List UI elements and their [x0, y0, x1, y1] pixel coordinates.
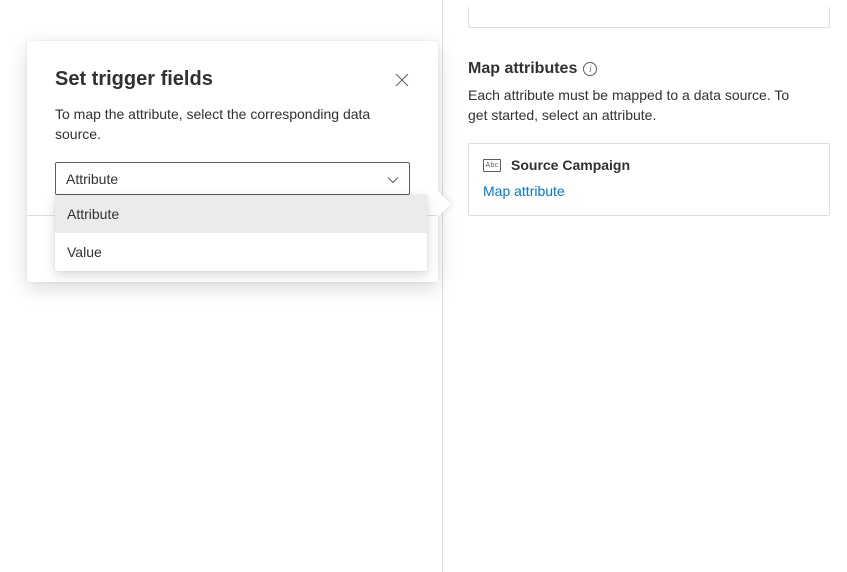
dropdown-selected-value: Attribute	[66, 171, 118, 187]
dialog-header: Set trigger fields	[27, 41, 438, 91]
attribute-name: Source Campaign	[511, 157, 630, 173]
map-attributes-header: Map attributes i	[468, 60, 833, 78]
chevron-down-icon	[387, 171, 399, 187]
dialog-title: Set trigger fields	[55, 68, 213, 91]
attribute-card-header: Abc Source Campaign	[483, 157, 815, 173]
map-attributes-title: Map attributes	[468, 60, 577, 78]
set-trigger-fields-dialog: Set trigger fields To map the attribute,…	[27, 41, 438, 282]
left-panel: Set trigger fields To map the attribute,…	[0, 0, 443, 572]
attribute-dropdown[interactable]: Attribute	[55, 162, 410, 195]
text-type-icon: Abc	[483, 159, 501, 172]
dropdown-wrapper: Attribute Attribute Value	[55, 162, 410, 195]
info-icon[interactable]: i	[583, 62, 597, 76]
dialog-description: To map the attribute, select the corresp…	[55, 105, 410, 144]
dropdown-list: Attribute Value	[55, 195, 427, 271]
callout-pointer-icon	[437, 190, 451, 218]
dialog-body: To map the attribute, select the corresp…	[27, 91, 438, 215]
close-icon[interactable]	[394, 72, 410, 88]
attribute-card[interactable]: Abc Source Campaign Map attribute	[468, 143, 830, 216]
placeholder-card	[468, 7, 830, 28]
dropdown-option-attribute[interactable]: Attribute	[55, 195, 427, 233]
right-panel: Map attributes i Each attribute must be …	[443, 0, 847, 572]
dropdown-option-value[interactable]: Value	[55, 233, 427, 271]
map-attribute-link[interactable]: Map attribute	[483, 183, 565, 199]
map-attributes-description: Each attribute must be mapped to a data …	[468, 86, 808, 125]
